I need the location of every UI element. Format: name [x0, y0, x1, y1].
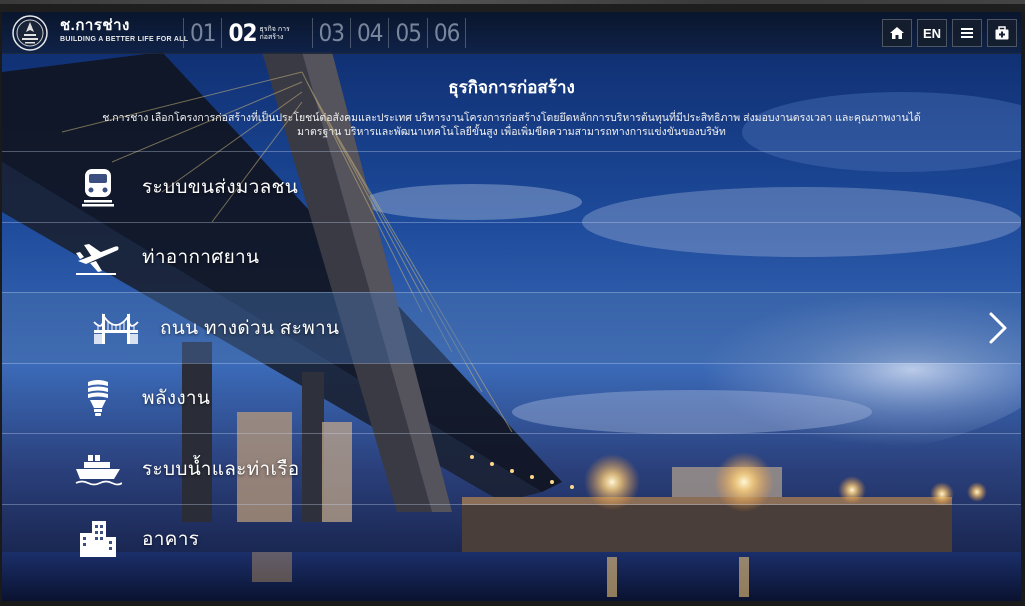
- menu-item-label: ระบบน้ำและท่าเรือ: [142, 458, 300, 480]
- step-02-active[interactable]: 02 ธุรกิจ การก่อสร้าง: [221, 18, 311, 48]
- step-03[interactable]: 03: [311, 18, 350, 48]
- menu-item-label: ระบบขนส่งมวลชน: [142, 176, 299, 198]
- section-step-nav: 01 02 ธุรกิจ การก่อสร้าง 03 04 05 06: [183, 16, 467, 50]
- language-toggle-button[interactable]: EN: [917, 19, 947, 47]
- business-category-list: ระบบขนส่งมวลชน ท่าอากาศยาน ถนน ทางด่วน ส…: [2, 151, 1021, 574]
- step-04[interactable]: 04: [349, 18, 388, 48]
- medical-kit-icon: [995, 26, 1009, 40]
- home-icon: [890, 27, 904, 39]
- airplane-icon: [72, 236, 124, 278]
- company-logo-icon[interactable]: [12, 15, 48, 51]
- step-01[interactable]: 01: [183, 18, 221, 48]
- menu-item-label: พลังงาน: [142, 388, 211, 410]
- top-navigation-bar: ช.การช่าง BUILDING A BETTER LIFE FOR ALL…: [2, 12, 1021, 54]
- menu-item-label: อาคาร: [142, 529, 200, 551]
- menu-item-roads-expressways-bridges[interactable]: ถนน ทางด่วน สะพาน: [2, 292, 1021, 363]
- lightbulb-icon: [72, 377, 124, 419]
- brand-tagline: BUILDING A BETTER LIFE FOR ALL: [60, 36, 189, 43]
- brand-name: ช.การช่าง: [60, 17, 130, 34]
- menu-item-water-and-ports[interactable]: ระบบน้ำและท่าเรือ: [2, 433, 1021, 504]
- home-button[interactable]: [882, 19, 912, 47]
- step-02-caption: ธุรกิจ การก่อสร้าง: [259, 25, 290, 41]
- menu-item-airport[interactable]: ท่าอากาศยาน: [2, 221, 1021, 293]
- hamburger-menu-icon: [961, 28, 973, 38]
- top-right-actions: EN: [882, 19, 1017, 47]
- app-viewport: ช.การช่าง BUILDING A BETTER LIFE FOR ALL…: [2, 12, 1021, 601]
- brand-block[interactable]: ช.การช่าง BUILDING A BETTER LIFE FOR ALL: [60, 17, 188, 43]
- building-icon: [72, 518, 124, 560]
- menu-item-energy[interactable]: พลังงาน: [2, 362, 1021, 434]
- menu-item-label: ถนน ทางด่วน สะพาน: [160, 317, 340, 339]
- menu-item-label: ท่าอากาศยาน: [142, 247, 260, 269]
- menu-item-mass-transit[interactable]: ระบบขนส่งมวลชน: [2, 151, 1021, 222]
- step-05[interactable]: 05: [388, 18, 426, 48]
- menu-item-buildings[interactable]: อาคาร: [2, 503, 1021, 575]
- section-title: ธุรกิจการก่อสร้าง: [448, 78, 575, 97]
- chevron-right-icon[interactable]: [987, 311, 1009, 345]
- language-label: EN: [922, 25, 942, 41]
- window-frame-bottom: [0, 601, 1025, 606]
- section-description: ช.การช่าง เลือกโครงการก่อสร้างที่เป็นประ…: [102, 112, 921, 138]
- menu-button[interactable]: [952, 19, 982, 47]
- train-icon: [72, 166, 124, 208]
- ship-icon: [72, 448, 124, 490]
- window-frame-right: [1021, 12, 1025, 606]
- section-header: ธุรกิจการก่อสร้าง ช.การช่าง เลือกโครงการ…: [2, 74, 1021, 139]
- step-06[interactable]: 06: [426, 18, 467, 48]
- window-frame-top: [0, 0, 1025, 12]
- extra-button[interactable]: [987, 19, 1017, 47]
- bridge-icon: [90, 307, 142, 349]
